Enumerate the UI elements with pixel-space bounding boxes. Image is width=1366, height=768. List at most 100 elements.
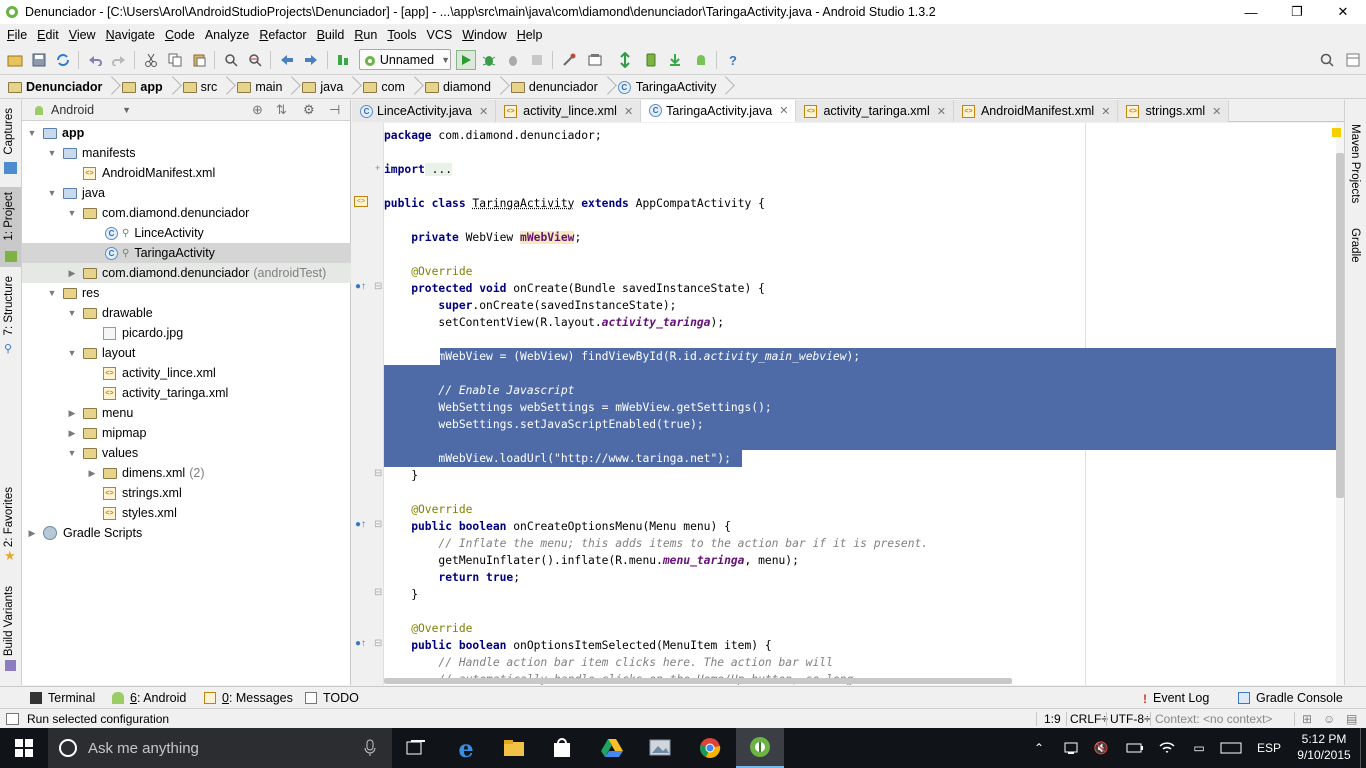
- android-monitor-icon[interactable]: [692, 51, 710, 69]
- tool-tab-maven-projects[interactable]: Maven Projects: [1349, 124, 1361, 203]
- tree-item-linceactivity[interactable]: C ⚲ LinceActivity: [22, 223, 351, 243]
- chevron-up-icon[interactable]: ⌃: [1028, 728, 1050, 768]
- hector-icon[interactable]: ☺: [1323, 709, 1335, 729]
- readonly-lock-icon[interactable]: ⊞: [1302, 709, 1312, 729]
- override-marker-icon[interactable]: ●↑: [355, 638, 366, 649]
- minimize-button[interactable]: —: [1228, 0, 1274, 24]
- close-tab-icon[interactable]: ✕: [1101, 105, 1110, 118]
- attach-debugger-icon[interactable]: [504, 51, 522, 69]
- tree-item-res[interactable]: ▼ res: [22, 283, 351, 303]
- layout-icon[interactable]: [1344, 51, 1362, 69]
- close-tab-icon[interactable]: ✕: [479, 105, 488, 118]
- stop-icon[interactable]: [528, 51, 546, 69]
- hide-panel-icon[interactable]: ⊣: [329, 102, 340, 118]
- tree-item-activity-lince[interactable]: <> activity_lince.xml: [22, 363, 351, 383]
- caret-position[interactable]: 1:9: [1044, 709, 1061, 729]
- menu-navigate[interactable]: Navigate: [101, 28, 160, 42]
- fold-minus-icon[interactable]: ⊟: [374, 281, 382, 292]
- breadcrumb-com[interactable]: com: [363, 76, 425, 99]
- menu-analyze[interactable]: Analyze: [200, 28, 254, 42]
- tool-tab-captures[interactable]: Captures: [3, 108, 15, 155]
- tree-item-java[interactable]: ▼ java: [22, 183, 351, 203]
- taskbar-search[interactable]: Ask me anything: [48, 728, 392, 768]
- copy-icon[interactable]: [166, 51, 184, 69]
- run-icon[interactable]: [456, 50, 476, 70]
- menu-run[interactable]: Run: [349, 28, 382, 42]
- tree-item-app[interactable]: ▼ app: [22, 123, 351, 143]
- language-indicator[interactable]: ESP: [1254, 728, 1284, 768]
- file-encoding[interactable]: UTF-8÷: [1110, 709, 1151, 729]
- tool-tab-gradle[interactable]: Gradle: [1349, 228, 1361, 263]
- tab-activity-lince[interactable]: <> activity_lince.xml ✕: [496, 100, 642, 122]
- sync-icon[interactable]: [54, 51, 72, 69]
- tool-tab-terminal[interactable]: Terminal: [30, 687, 95, 709]
- wifi-icon[interactable]: [1156, 728, 1178, 768]
- project-structure-icon[interactable]: [560, 51, 578, 69]
- chrome-icon[interactable]: [686, 728, 734, 768]
- menu-code[interactable]: Code: [160, 28, 200, 42]
- debug-icon[interactable]: [480, 51, 498, 69]
- tree-item-drawable[interactable]: ▼ drawable: [22, 303, 351, 323]
- editor-vertical-scrollbar[interactable]: [1332, 123, 1344, 685]
- breadcrumb-java[interactable]: java: [302, 76, 363, 99]
- tool-tab-gradle-console[interactable]: Gradle Console: [1238, 687, 1343, 709]
- breadcrumb-main[interactable]: main: [237, 76, 302, 99]
- fold-minus-icon[interactable]: ⊟: [374, 468, 382, 479]
- sdk-manager-icon[interactable]: [586, 51, 604, 69]
- tool-tab-structure[interactable]: 7: Structure: [3, 276, 15, 335]
- help-icon[interactable]: ?: [724, 51, 742, 69]
- android-studio-taskbar-icon[interactable]: [736, 728, 784, 768]
- forward-icon[interactable]: [302, 51, 320, 69]
- event-icon[interactable]: ▤: [1346, 709, 1357, 729]
- menu-vcs[interactable]: VCS: [422, 28, 458, 42]
- tree-item-gradle-scripts[interactable]: ▶ Gradle Scripts: [22, 523, 351, 543]
- breadcrumb-app[interactable]: app: [122, 76, 182, 99]
- fold-plus-icon[interactable]: +: [375, 163, 380, 173]
- gear-icon[interactable]: ⚙: [303, 102, 315, 118]
- close-tab-icon[interactable]: ✕: [779, 104, 788, 117]
- edge-icon[interactable]: e: [442, 728, 490, 768]
- menu-edit[interactable]: Edit: [32, 28, 64, 42]
- tree-item-taringaactivity[interactable]: C ⚲ TaringaActivity: [22, 243, 351, 263]
- make-project-icon[interactable]: [334, 51, 352, 69]
- tree-item-activity-taringa[interactable]: <> activity_taringa.xml: [22, 383, 351, 403]
- tree-item-strings[interactable]: <> strings.xml: [22, 483, 351, 503]
- cut-icon[interactable]: [142, 51, 160, 69]
- tab-linceactivity[interactable]: C LinceActivity.java ✕: [352, 100, 497, 122]
- scrollbar-thumb[interactable]: [1336, 153, 1344, 498]
- collapse-all-icon[interactable]: ⇅: [276, 102, 287, 118]
- save-all-icon[interactable]: [30, 51, 48, 69]
- tree-item-manifests[interactable]: ▼ manifests: [22, 143, 351, 163]
- microphone-icon[interactable]: [364, 739, 376, 757]
- breadcrumb-taringaactivity[interactable]: C TaringaActivity: [617, 76, 737, 99]
- volume-icon[interactable]: 🔇: [1090, 728, 1112, 768]
- close-tab-icon[interactable]: ✕: [937, 105, 946, 118]
- tree-item-package[interactable]: ▼ com.diamond.denunciador: [22, 203, 351, 223]
- tool-tab-android[interactable]: 6: Android: [112, 687, 186, 709]
- tree-item-menu[interactable]: ▶ menu: [22, 403, 351, 423]
- close-tab-icon[interactable]: ✕: [624, 105, 633, 118]
- context-indicator[interactable]: Context: <no context>: [1155, 709, 1272, 729]
- close-button[interactable]: ✕: [1320, 0, 1366, 24]
- menu-refactor[interactable]: Refactor: [254, 28, 311, 42]
- crosshair-icon[interactable]: ⊕: [252, 102, 263, 118]
- override-marker-icon[interactable]: ●↑: [355, 281, 366, 292]
- network-device-icon[interactable]: [1060, 728, 1082, 768]
- sync-gradle-icon[interactable]: [616, 51, 634, 69]
- menu-file[interactable]: File: [2, 28, 32, 42]
- override-marker-icon[interactable]: ●↑: [355, 519, 366, 530]
- redo-icon[interactable]: [110, 51, 128, 69]
- google-drive-icon[interactable]: [588, 728, 636, 768]
- restore-button[interactable]: ❐: [1274, 0, 1320, 24]
- menu-build[interactable]: Build: [312, 28, 350, 42]
- tab-activity-taringa[interactable]: <> activity_taringa.xml ✕: [796, 100, 954, 122]
- tree-item-package-androidtest[interactable]: ▶ com.diamond.denunciador (androidTest): [22, 263, 351, 283]
- find-icon[interactable]: [222, 51, 240, 69]
- tool-tab-favorites[interactable]: 2: Favorites: [3, 487, 15, 547]
- taskbar-clock[interactable]: 5:12 PM 9/10/2015: [1294, 731, 1354, 763]
- run-config-select[interactable]: Unnamed ▼: [359, 49, 451, 70]
- line-separator[interactable]: CRLF÷: [1070, 709, 1108, 729]
- tool-tab-project[interactable]: 1: Project: [3, 192, 15, 241]
- status-tool-windows-icon[interactable]: [6, 709, 19, 729]
- breadcrumb-project[interactable]: Denunciador: [8, 76, 122, 99]
